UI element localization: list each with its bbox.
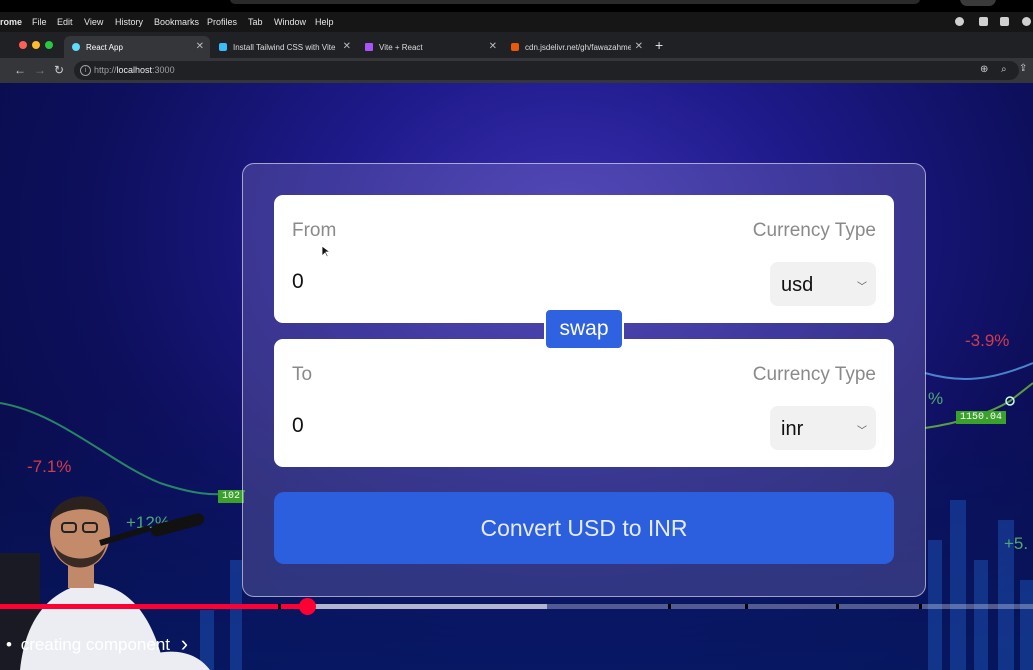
window-zoom-button[interactable]	[45, 41, 53, 49]
tab-close-icon[interactable]: ✕	[343, 41, 351, 52]
chevron-right-icon: ›	[180, 631, 189, 656]
chapter-divider	[919, 604, 922, 609]
from-panel: From Currency Type 0 usd ﹀	[274, 195, 894, 323]
tab-title: React App	[86, 43, 123, 52]
browser-tab-vite[interactable]: Vite + React ✕	[357, 36, 503, 58]
menu-edit[interactable]: Edit	[57, 17, 73, 27]
chapter-divider	[668, 604, 671, 609]
video-account-button[interactable]	[960, 0, 996, 6]
from-currency-type-label: Currency Type	[752, 220, 876, 241]
zoom-icon[interactable]: ⌕	[1001, 64, 1007, 75]
menu-tab[interactable]: Tab	[248, 17, 263, 27]
window-minimize-button[interactable]	[32, 41, 40, 49]
url-text: http://localhost:3000	[94, 65, 175, 75]
share-icon[interactable]: ⇪	[1019, 63, 1027, 74]
site-info-icon[interactable]: i	[80, 65, 91, 76]
chapter-divider	[836, 604, 839, 609]
video-scrubber-handle[interactable]	[299, 598, 316, 615]
to-amount-input[interactable]: 0	[292, 414, 304, 438]
tab-title: Install Tailwind CSS with Vite -	[233, 43, 338, 52]
tab-title: cdn.jsdelivr.net/gh/fawazahmed	[525, 43, 631, 52]
chapter-divider	[278, 604, 281, 609]
window-close-button[interactable]	[19, 41, 27, 49]
eye-status-icon[interactable]	[955, 17, 964, 26]
convert-button[interactable]: Convert USD to INR	[274, 492, 894, 564]
grid-status-icon[interactable]	[1000, 17, 1009, 26]
from-amount-input[interactable]: 0	[292, 270, 304, 294]
from-currency-select[interactable]: usd ﹀	[770, 262, 876, 306]
menu-window[interactable]: Window	[274, 17, 306, 27]
chevron-down-icon: ﹀	[857, 426, 867, 437]
chevron-down-icon: ﹀	[857, 282, 867, 293]
video-top-bar	[0, 0, 1033, 12]
sidebar-status-icon[interactable]	[979, 17, 988, 26]
tab-close-icon[interactable]: ✕	[489, 41, 497, 52]
browser-tab-react-app[interactable]: React App ✕	[64, 36, 210, 58]
url-host: localhost	[116, 65, 153, 75]
to-currency-type-label: Currency Type	[752, 364, 876, 385]
background-tick-positive: %	[928, 389, 944, 408]
menu-app-name[interactable]: rome	[0, 17, 22, 27]
from-label: From	[292, 220, 337, 241]
tab-close-icon[interactable]: ✕	[196, 41, 204, 52]
to-label: To	[292, 364, 313, 385]
menu-help[interactable]: Help	[315, 17, 334, 27]
shield-icon	[511, 43, 519, 51]
to-panel: To Currency Type 0 inr ﹀	[274, 339, 894, 467]
browser-tab-tailwind[interactable]: Install Tailwind CSS with Vite - ✕	[211, 36, 357, 58]
tailwind-icon	[219, 43, 227, 51]
currency-converter-card: From Currency Type 0 usd ﹀ To Currency T…	[242, 163, 926, 597]
background-tick-negative: -7.1%	[27, 457, 72, 476]
address-bar[interactable]: i http://localhost:3000 ⊕ ⌕	[74, 61, 1019, 80]
account-status-icon[interactable]	[1022, 17, 1031, 26]
video-chapter-link[interactable]: • creating component ›	[6, 630, 188, 656]
screen: rome File Edit View History Bookmarks Pr…	[0, 0, 1033, 670]
vite-icon	[365, 43, 373, 51]
menu-file[interactable]: File	[32, 17, 47, 27]
tab-close-icon[interactable]: ✕	[635, 41, 643, 52]
new-tab-plus-icon[interactable]: +	[655, 37, 663, 53]
forward-arrow-icon[interactable]: →	[34, 63, 46, 77]
background-line-blue	[924, 362, 1033, 380]
chapter-title: creating component	[20, 635, 171, 654]
swap-button[interactable]: swap	[544, 308, 624, 350]
browser-tab-jsdelivr[interactable]: cdn.jsdelivr.net/gh/fawazahmed ✕	[503, 36, 649, 58]
background-price-tag: 1150.04	[956, 411, 1007, 424]
to-currency-value: inr	[781, 418, 804, 440]
react-icon	[72, 43, 80, 51]
back-arrow-icon[interactable]: ←	[14, 63, 26, 77]
background-tick-positive: +5.	[1004, 534, 1029, 553]
os-menu-bar: rome File Edit View History Bookmarks Pr…	[0, 12, 1033, 32]
from-currency-value: usd	[781, 274, 814, 296]
video-progress-bar[interactable]	[0, 598, 1033, 615]
chapter-divider	[745, 604, 748, 609]
url-port: :3000	[152, 65, 175, 75]
to-currency-select[interactable]: inr ﹀	[770, 406, 876, 450]
menu-history[interactable]: History	[115, 17, 143, 27]
video-played-bar	[0, 604, 308, 609]
install-app-icon[interactable]: ⊕	[980, 64, 988, 75]
tab-title: Vite + React	[379, 43, 423, 52]
menu-profiles[interactable]: Profiles	[207, 17, 237, 27]
chapter-bullet: •	[6, 635, 12, 654]
video-search-bar[interactable]	[230, 0, 920, 4]
background-tick-negative: -3.9%	[965, 331, 1010, 350]
mouse-cursor-icon	[322, 246, 330, 258]
menu-view[interactable]: View	[84, 17, 103, 27]
background-line-green	[0, 402, 246, 496]
background-price-tag: 102	[218, 490, 245, 503]
browser-tab-strip: React App ✕ Install Tailwind CSS with Vi…	[0, 32, 1033, 58]
reload-icon[interactable]: ↻	[54, 63, 64, 77]
menu-bookmarks[interactable]: Bookmarks	[154, 17, 199, 27]
url-scheme: http://	[94, 65, 117, 75]
browser-toolbar: ← → ↻ i http://localhost:3000 ⊕ ⌕ ⇪	[0, 58, 1033, 83]
